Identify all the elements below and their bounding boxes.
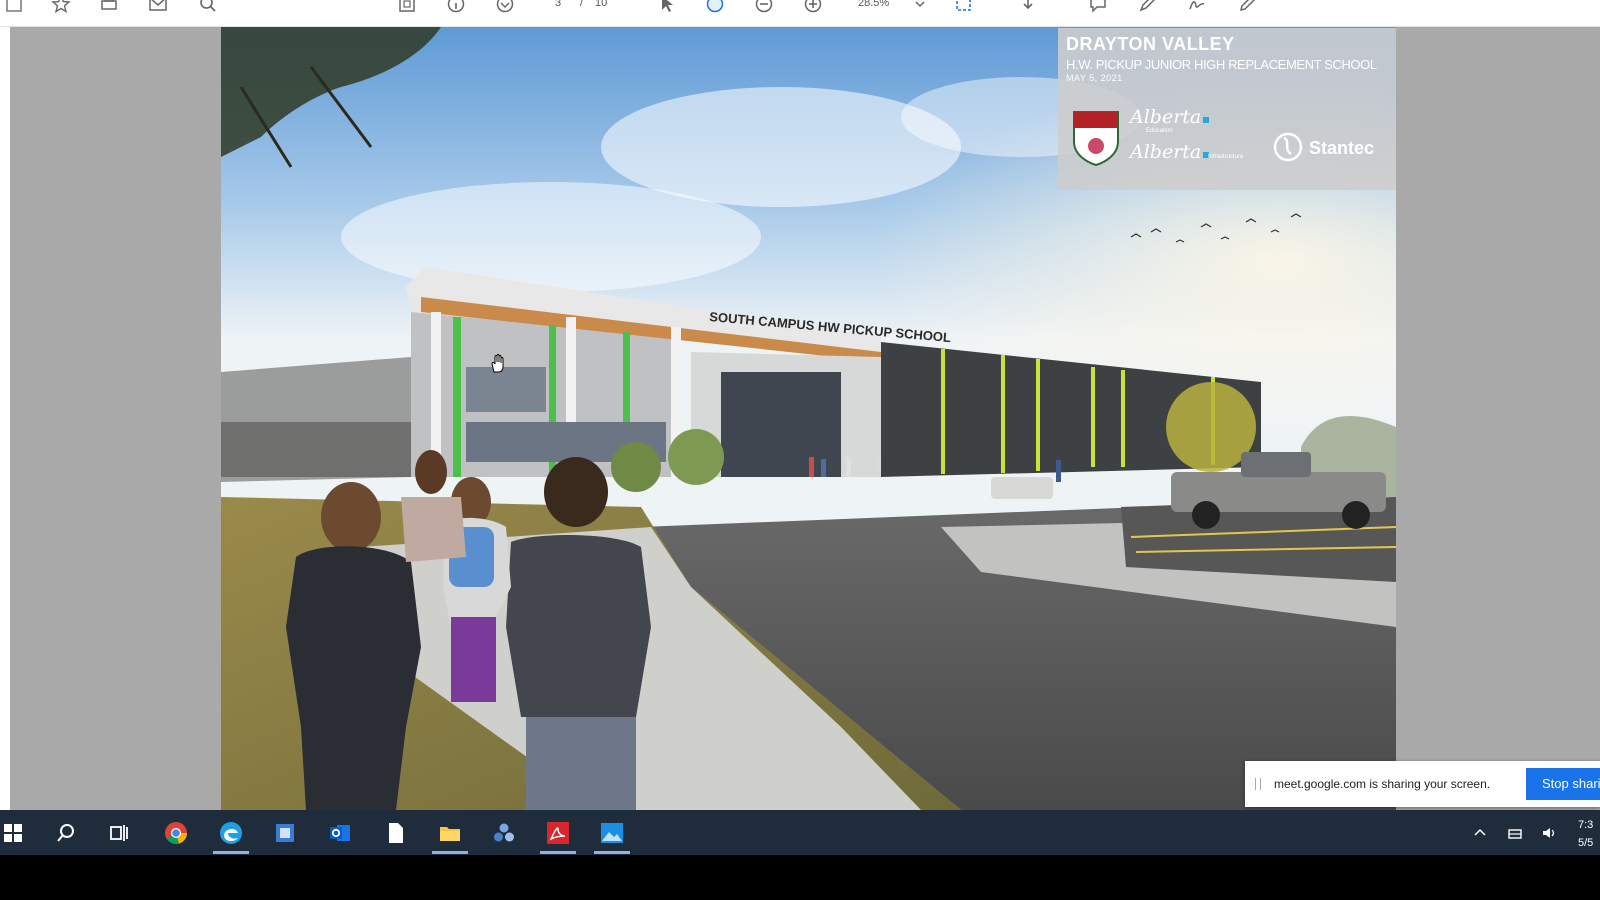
bookmark-star-icon[interactable]: [51, 0, 71, 16]
document-subtitle: H.W. PICKUP JUNIOR HIGH REPLACEMENT SCHO…: [1066, 57, 1377, 72]
sign-icon[interactable]: [1187, 0, 1207, 16]
screen-share-bar: meet.google.com is sharing your screen. …: [1245, 761, 1600, 807]
active-app-indicator: [594, 851, 630, 854]
cluster-app-icon[interactable]: [491, 820, 517, 846]
hand-tool-icon[interactable]: [705, 0, 725, 16]
file-icon[interactable]: [382, 820, 408, 846]
wild-rose-crest-icon: [1073, 111, 1119, 166]
alberta-education-logo: Alberta: [1130, 106, 1210, 128]
file-explorer-icon[interactable]: [437, 820, 463, 846]
marquee-icon[interactable]: [954, 0, 974, 16]
alberta-logo-text: Alberta: [1130, 141, 1202, 163]
zoom-out-icon[interactable]: [754, 0, 774, 16]
zoom-level[interactable]: 28.5%: [858, 0, 889, 9]
alberta-infrastructure-label: Infrastructure: [1208, 154, 1244, 160]
chrome-icon[interactable]: [163, 820, 189, 846]
zoom-dropdown-icon[interactable]: [910, 0, 930, 16]
alberta-education-label: Education: [1146, 128, 1173, 134]
clock-date: 5/5: [1578, 837, 1594, 849]
zoom-in-icon[interactable]: [803, 0, 823, 16]
active-app-indicator: [213, 851, 249, 854]
network-icon[interactable]: [1507, 825, 1523, 846]
edge-icon[interactable]: [218, 820, 244, 846]
pdf-toolbar: 3 / 10 28.5%: [0, 0, 1600, 27]
document-date: MAY 5, 2021: [1066, 73, 1123, 83]
hand-cursor-icon: [491, 354, 504, 373]
document-title: DRAYTON VALLEY: [1066, 34, 1235, 54]
stantec-logo-text: Stantec: [1309, 138, 1375, 158]
chevron-up-icon[interactable]: [1472, 825, 1488, 846]
download-icon[interactable]: [1018, 0, 1038, 16]
title-block: DRAYTON VALLEY H.W. PICKUP JUNIOR HIGH R…: [1058, 28, 1396, 190]
select-cursor-icon[interactable]: [657, 0, 677, 16]
highlight-pen-icon[interactable]: [1137, 0, 1157, 16]
task-view-icon[interactable]: [106, 820, 132, 846]
acrobat-icon[interactable]: [545, 820, 571, 846]
active-app-indicator: [432, 851, 468, 854]
alberta-infrastructure-logo: Alberta: [1130, 141, 1210, 163]
outlook-icon[interactable]: [327, 820, 353, 846]
fit-page-icon[interactable]: [397, 0, 417, 16]
stop-sharing-button[interactable]: Stop sharing: [1526, 768, 1600, 800]
letterbox-bar: [0, 855, 1600, 900]
edit-pencil-icon[interactable]: [1237, 0, 1257, 16]
left-panel-strip: [0, 27, 10, 810]
search-zoom-icon[interactable]: [198, 0, 218, 16]
drag-handle-icon[interactable]: [1255, 778, 1261, 790]
stantec-logo-icon: [1273, 132, 1303, 162]
page-separator: /: [580, 0, 584, 9]
print-icon[interactable]: [99, 0, 119, 16]
windows-start-icon[interactable]: [0, 820, 26, 846]
save-icon[interactable]: [4, 0, 24, 16]
windows-taskbar: 7:3 5/5: [0, 810, 1600, 855]
alberta-logo-text: Alberta: [1130, 106, 1202, 128]
email-icon[interactable]: [148, 0, 168, 16]
comment-icon[interactable]: [1088, 0, 1108, 16]
clock-time: 7:3: [1578, 819, 1594, 831]
page-number-input[interactable]: 3: [555, 0, 561, 9]
share-message: meet.google.com is sharing your screen.: [1274, 777, 1491, 791]
screen: 3 / 10 28.5% SOUTH CAMPUS HW PICKUP SCHO…: [0, 0, 1600, 900]
volume-icon[interactable]: [1541, 825, 1557, 846]
system-clock[interactable]: 7:3 5/5: [1578, 816, 1593, 852]
scroll-down-icon[interactable]: [495, 0, 515, 16]
active-app-indicator: [540, 851, 576, 854]
app-icon[interactable]: [272, 820, 298, 846]
page-total: 10: [595, 0, 608, 9]
info-icon[interactable]: [446, 0, 466, 16]
search-icon[interactable]: [53, 820, 79, 846]
photos-icon[interactable]: [599, 820, 625, 846]
